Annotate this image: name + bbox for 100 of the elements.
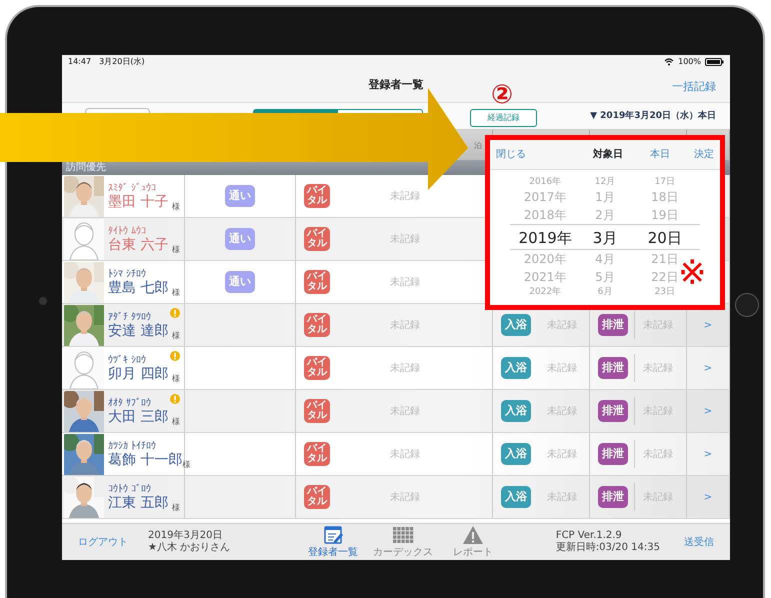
name-reading: ｺｳﾄｳ ｺﾞﾛｳ — [108, 484, 152, 494]
resident-name[interactable]: 台東 六子 — [108, 236, 172, 252]
picker-option[interactable]: 2月 — [595, 206, 615, 224]
picker-option[interactable]: 12月 — [594, 176, 616, 188]
vital-tag[interactable]: バイタル — [304, 313, 330, 337]
name-reading: ｶﾂｼｶ ﾄｲﾁﾛｳ — [108, 440, 158, 452]
record-status: 未記録 — [390, 490, 420, 504]
record-status: 未記録 — [390, 404, 420, 418]
name-reading: ﾀｲﾄｳ ﾑｳｺ — [108, 226, 148, 236]
bath-tag[interactable]: 入浴 — [501, 442, 531, 466]
detail-link[interactable]: > — [704, 446, 712, 462]
detail-link[interactable]: > — [704, 404, 712, 418]
camera-dot — [39, 297, 47, 305]
segmented-control[interactable] — [253, 109, 423, 113]
today-link[interactable]: 本日 — [650, 147, 670, 162]
picker-option[interactable]: 20日 — [630, 224, 700, 250]
service-tag[interactable]: 通い — [225, 228, 255, 250]
picker-option[interactable]: 2019年 — [510, 224, 580, 250]
picker-option[interactable]: 23日 — [654, 286, 676, 298]
toolbar-button[interactable] — [85, 108, 150, 113]
vital-tag[interactable]: バイタル — [304, 184, 330, 208]
detail-link[interactable]: > — [704, 360, 712, 376]
progress-record-button[interactable]: 経過記録 — [470, 109, 537, 127]
grid-icon — [392, 524, 414, 544]
picker-option[interactable]: 2021年 — [524, 268, 566, 286]
user-name: ★八木 かおりさん — [148, 542, 232, 554]
picker-option[interactable]: 1月 — [595, 188, 615, 206]
resident-name[interactable]: 豊島 七郎 — [108, 280, 172, 296]
screen-title: 登録者一覧 — [368, 76, 424, 93]
record-status: 未記録 — [547, 362, 577, 376]
wifi-icon — [664, 57, 674, 66]
home-button[interactable] — [735, 293, 759, 317]
detail-link[interactable]: > — [704, 490, 712, 504]
name-reading: ｳﾂﾞｷ ｼﾛｳ — [108, 354, 148, 366]
picker-option[interactable]: 2022年 — [529, 286, 562, 298]
date-selector[interactable]: ▼ 2019年3月20日（水）本日 — [590, 110, 716, 124]
bath-tag[interactable]: 入浴 — [501, 356, 531, 380]
excretion-tag[interactable]: 排泄 — [598, 486, 628, 508]
record-status: 未記録 — [390, 232, 420, 246]
picker-option[interactable]: 4月 — [595, 250, 615, 268]
record-status: 未記録 — [643, 448, 673, 462]
version-text: FCP Ver.1.2.9 — [556, 530, 623, 542]
vital-tag[interactable]: バイタル — [304, 227, 330, 251]
vital-tag[interactable]: バイタル — [304, 442, 330, 466]
name-reading: ｱﾀﾞﾁ ﾀﾂﾛｳ — [108, 312, 152, 322]
honorific-text: 様 — [172, 502, 180, 514]
vital-tag[interactable]: バイタル — [304, 485, 330, 509]
resident-name[interactable]: 江東 五郎 — [108, 494, 172, 510]
resident-name[interactable]: 安達 達郎 — [108, 322, 170, 338]
bath-tag[interactable]: 入浴 — [501, 486, 531, 508]
service-tag[interactable]: 通い — [225, 184, 255, 208]
resident-name[interactable]: 卯月 四郎 — [108, 366, 170, 382]
tab-bar-item[interactable]: カーデックス — [368, 524, 438, 560]
battery-level: 100% — [678, 56, 701, 68]
record-status: 未記録 — [390, 276, 420, 290]
picker-option[interactable]: 19日 — [651, 206, 678, 224]
record-status: 未記録 — [390, 190, 420, 204]
bath-tag[interactable]: 入浴 — [501, 314, 531, 336]
picker-option[interactable]: 5月 — [595, 268, 615, 286]
bath-tag[interactable]: 入浴 — [501, 400, 531, 422]
close-link[interactable]: 閉じる — [496, 147, 526, 162]
sync-link[interactable]: 送受信 — [684, 534, 714, 550]
picker-option[interactable]: 3月 — [580, 224, 630, 250]
picker-option[interactable]: 21日 — [651, 250, 678, 268]
picker-option[interactable]: 2016年 — [529, 176, 562, 188]
excretion-tag[interactable]: 排泄 — [598, 356, 628, 380]
status-date: 3月20日(水) — [99, 56, 145, 68]
excretion-tag[interactable]: 排泄 — [598, 314, 628, 336]
picker-option[interactable]: 18日 — [651, 188, 678, 206]
tab-bar-item[interactable]: 登録者一覧 — [298, 524, 368, 560]
name-reading: ｽﾐﾀﾞ ｼﾞｭｳｺ — [108, 182, 158, 194]
done-link[interactable]: 決定 — [694, 147, 714, 162]
vital-tag[interactable]: バイタル — [304, 356, 330, 380]
picker-option[interactable]: 2018年 — [524, 206, 566, 224]
excretion-tag[interactable]: 排泄 — [598, 400, 628, 422]
logout-link[interactable]: ログアウト — [78, 534, 148, 550]
vital-tag[interactable]: バイタル — [304, 399, 330, 423]
update-time: 更新日時:03/20 14:35 — [556, 542, 660, 554]
record-status: 未記録 — [643, 362, 673, 376]
vital-tag[interactable]: バイタル — [304, 270, 330, 294]
resident-name[interactable]: 墨田 十子 — [108, 194, 172, 210]
picker-option[interactable]: 2017年 — [524, 188, 566, 206]
picker-option[interactable]: 22日 — [651, 268, 678, 286]
footer-date: 2019年3月20日 — [148, 530, 224, 542]
detail-link[interactable]: > — [704, 318, 712, 332]
record-status: 未記録 — [390, 362, 420, 376]
picker-option[interactable]: 2020年 — [524, 250, 566, 268]
bulk-record-link[interactable]: 一括記録 — [672, 79, 716, 96]
note-mark: ※ — [678, 255, 706, 291]
honorific-text: 様 — [172, 330, 180, 342]
picker-option[interactable]: 6月 — [598, 286, 612, 298]
service-tag[interactable]: 通い — [225, 270, 255, 294]
picker-option[interactable]: 17日 — [654, 176, 676, 188]
tab-bar-item[interactable]: レポート — [438, 524, 508, 560]
resident-name[interactable]: 葛飾 十一郎 — [108, 452, 182, 468]
honorific-text: 様 — [182, 459, 190, 471]
column-header: 泊 — [474, 140, 482, 152]
resident-name[interactable]: 大田 三郎 — [108, 408, 170, 424]
record-status: 未記録 — [547, 448, 577, 462]
excretion-tag[interactable]: 排泄 — [598, 442, 628, 466]
